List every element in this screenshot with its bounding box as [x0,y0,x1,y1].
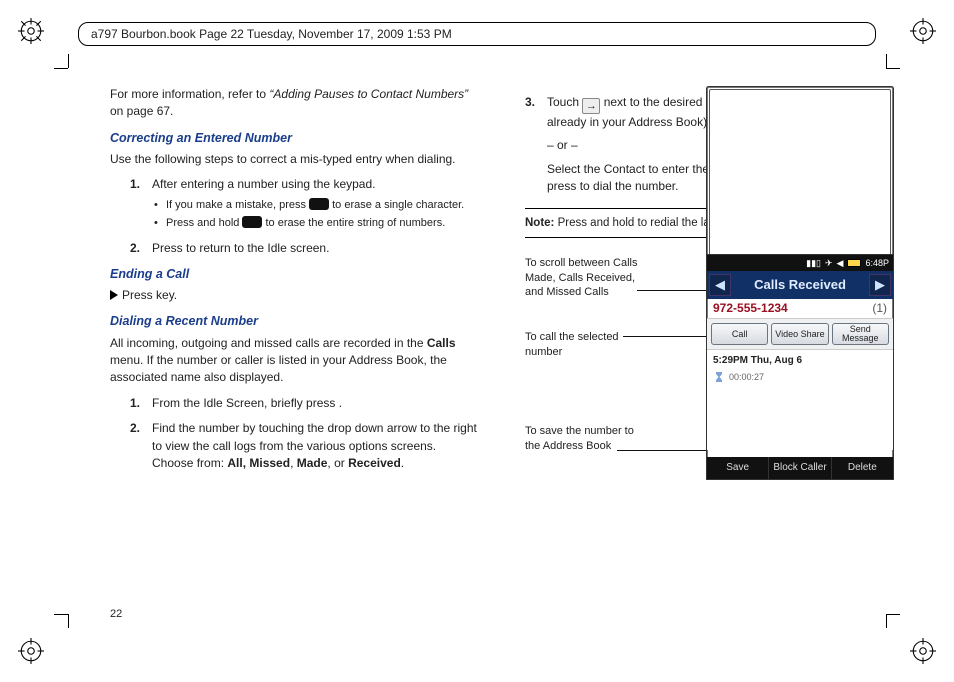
callout-save: To save the number to the Address Book [525,424,645,453]
crop-gear-icon [910,18,936,44]
text: to erase a single character. [329,199,464,211]
text: From the Idle Screen, briefly press [152,396,339,410]
step-text: Press to return to the Idle screen. [152,240,479,257]
xref-link: “Adding Pauses to Contact Numbers” [269,87,468,101]
text: on page 67. [110,104,173,118]
bullet-icon: • [154,216,166,232]
phone-screenshot: ▮▮▯ ✈ ◀ 6:48P ◀ Calls Received ▶ 972-555… [706,254,894,480]
intro-paragraph: For more information, refer to “Adding P… [110,86,479,121]
text-bold: All, Missed [227,456,290,470]
step-number: 2. [130,240,152,257]
callout-line [637,290,717,291]
text: to dial the number. [580,179,679,193]
crop-mark-icon [878,606,894,622]
crop-gear-icon [910,638,936,664]
step-text: After entering a number using the keypad… [152,176,479,193]
text: Touch [547,95,582,109]
note-label: Note: [525,217,554,229]
text: All incoming, outgoing and missed calls … [110,335,479,387]
clock: 6:48P [865,257,889,270]
arrow-icon: ◀ [837,257,844,270]
nav-left-button[interactable]: ◀ [709,274,731,296]
screen-title: Calls Received [733,276,867,295]
callout-call: To call the selected number [525,330,645,359]
video-share-button[interactable]: Video Share [771,323,828,345]
text: Use the following steps to correct a mis… [110,151,479,168]
step-number: 1. [130,395,152,412]
softkey-block[interactable]: Block Caller [769,457,831,479]
callout-line [617,450,717,451]
step-text: Find the number by touching the drop dow… [152,420,479,472]
step-text: From the Idle Screen, briefly press . [152,395,479,412]
text: Press and hold [166,217,242,229]
phone-number-row: 972-555-1234 (1) [707,299,893,319]
text: Press and hold [554,217,637,229]
call-meta: 5:29PM Thu, Aug 6 00:00:27 [707,350,893,450]
heading-correcting: Correcting an Entered Number [110,129,479,147]
bullet-text: If you make a mistake, press to erase a … [166,198,464,214]
crop-mark-icon [60,606,76,622]
step-number: 3. [525,94,547,196]
step-number: 2. [130,420,152,472]
crop-gear-icon [18,18,44,44]
text: . [339,396,342,410]
text: If you make a mistake, press [166,199,309,211]
softkey-save[interactable]: Save [707,457,769,479]
phone-action-row: Call Video Share Send Message [707,319,893,350]
bullet-text: Press and hold to erase the entire strin… [166,216,445,232]
delete-key-icon [242,216,262,228]
send-message-button[interactable]: Send Message [832,323,889,345]
battery-icon [847,259,861,267]
text: menu. If the number or caller is listed … [110,353,447,384]
triangle-bullet-icon [110,290,118,300]
delete-key-icon [309,198,329,210]
text: Press [122,288,156,302]
heading-recent: Dialing a Recent Number [110,312,479,330]
duration-text: 00:00:27 [729,371,764,384]
text-bold: Calls [427,336,456,350]
phone-title-bar: ◀ Calls Received ▶ [707,271,893,299]
running-header: a797 Bourbon.book Page 22 Tuesday, Novem… [78,22,876,46]
crop-mark-icon [878,60,894,76]
left-column: For more information, refer to “Adding P… [110,86,479,602]
softkey-delete[interactable]: Delete [832,457,893,479]
call-duration: 00:00:27 [713,371,887,384]
step-number: 1. [130,176,152,193]
call-datetime: 5:29PM Thu, Aug 6 [713,355,802,366]
softkey-bar: Save Block Caller Delete [707,457,893,479]
crop-gear-icon [18,638,44,664]
nav-right-button[interactable]: ▶ [869,274,891,296]
text: . [401,456,404,470]
right-column: 3. Touch → next to the desired phone num… [525,86,894,602]
text-bold: Received [348,456,401,470]
note-box: Note: Press and hold to redial the last … [525,208,894,239]
step-text: Press key. [110,287,479,304]
call-count: (1) [872,300,887,317]
page-number: 22 [110,608,122,620]
text: to erase the entire string of numbers. [262,217,445,229]
signal-icon: ▮▮▯ [806,257,821,270]
bullet-icon: • [154,198,166,214]
hourglass-icon [713,371,725,383]
phone-status-bar: ▮▮▯ ✈ ◀ 6:48P [707,255,893,271]
callout-scroll: To scroll between Calls Made, Calls Rece… [525,256,645,299]
call-arrow-icon: → [582,98,600,114]
call-button[interactable]: Call [711,323,768,345]
crop-mark-icon [60,60,76,76]
text: , or [327,456,348,470]
text-bold: Made [297,456,328,470]
text: All incoming, outgoing and missed calls … [110,336,427,350]
callout-line [623,336,717,337]
phone-illustration: To scroll between Calls Made, Calls Rece… [525,254,894,514]
text: to return to the Idle screen. [186,241,329,255]
heading-ending: Ending a Call [110,265,479,283]
status-icon: ✈ [825,257,833,270]
text: key. [156,288,177,302]
phone-number: 972-555-1234 [713,300,788,317]
text: Press [152,241,186,255]
text: Select the Contact to enter the [547,162,712,176]
text: For more information, refer to [110,87,269,101]
